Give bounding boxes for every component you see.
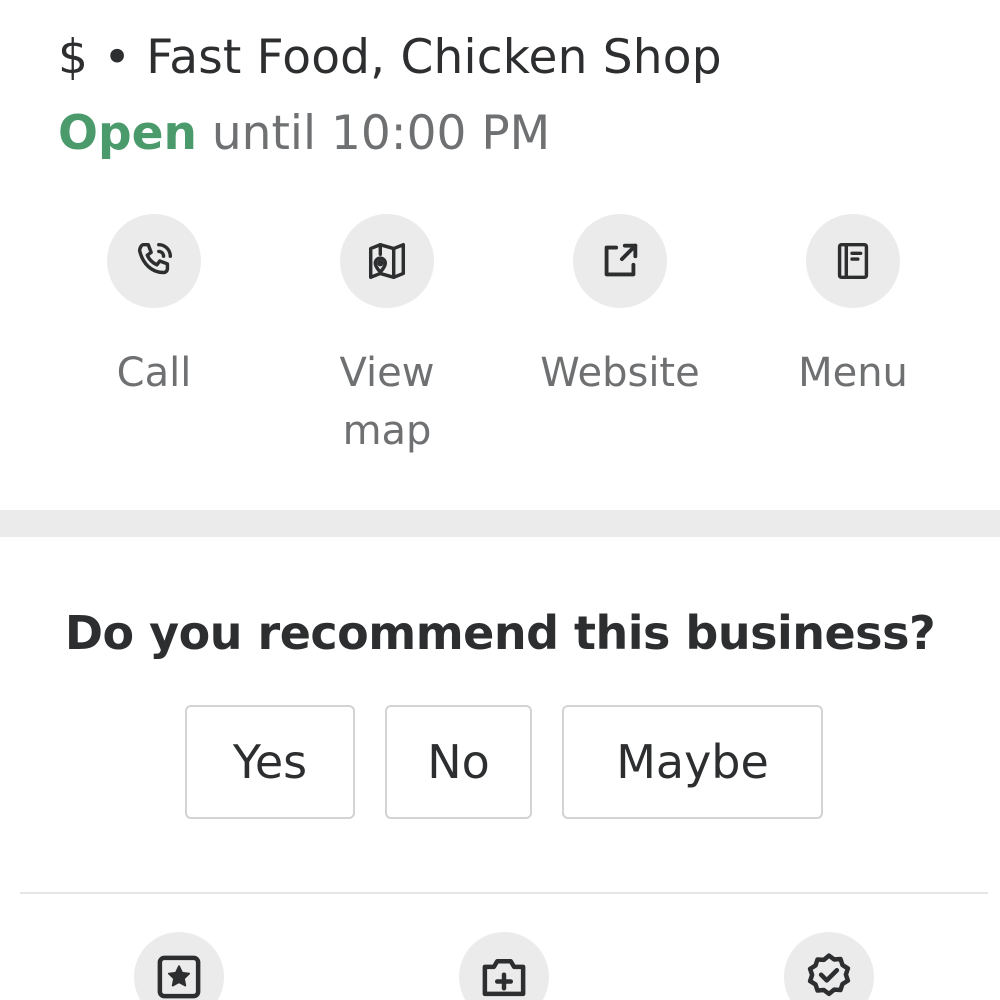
- external-link-icon: [604, 243, 638, 277]
- no-button[interactable]: No: [385, 705, 532, 819]
- map-icon: [368, 242, 406, 280]
- website-button[interactable]: Website: [520, 214, 720, 402]
- menu-label: Menu: [798, 350, 908, 396]
- hours-text: until 10:00 PM: [211, 106, 551, 161]
- menu-icon-circle[interactable]: [806, 214, 900, 308]
- check-in-badge-icon: [807, 953, 851, 997]
- map-icon-circle[interactable]: [340, 214, 434, 308]
- call-label: Call: [116, 350, 192, 396]
- menu-book-icon: [837, 242, 869, 280]
- website-label: Website: [540, 350, 700, 396]
- open-status: Open: [58, 106, 197, 161]
- call-icon-circle[interactable]: [107, 214, 201, 308]
- yes-button[interactable]: Yes: [185, 705, 355, 819]
- call-button[interactable]: Call: [54, 214, 254, 402]
- divider: [20, 892, 988, 894]
- add-photo-icon: [482, 959, 526, 997]
- check-in-button[interactable]: [784, 932, 874, 1000]
- section-divider: [0, 510, 1000, 537]
- add-photo-button[interactable]: [459, 932, 549, 1000]
- website-icon-circle[interactable]: [573, 214, 667, 308]
- write-review-button[interactable]: [134, 932, 224, 1000]
- recommend-question: Do you recommend this business?: [64, 606, 936, 660]
- phone-icon: [137, 242, 173, 275]
- menu-button[interactable]: Menu: [753, 214, 953, 402]
- maybe-button[interactable]: Maybe: [562, 705, 823, 819]
- action-row: Call View map Website Menu: [0, 214, 1000, 474]
- business-hours: Open until 10:00 PM: [58, 106, 550, 161]
- view-map-button[interactable]: View map: [287, 214, 487, 460]
- review-star-icon: [157, 955, 201, 999]
- view-map-label: View map: [339, 350, 435, 454]
- business-categories: $ • Fast Food, Chicken Shop: [58, 30, 722, 85]
